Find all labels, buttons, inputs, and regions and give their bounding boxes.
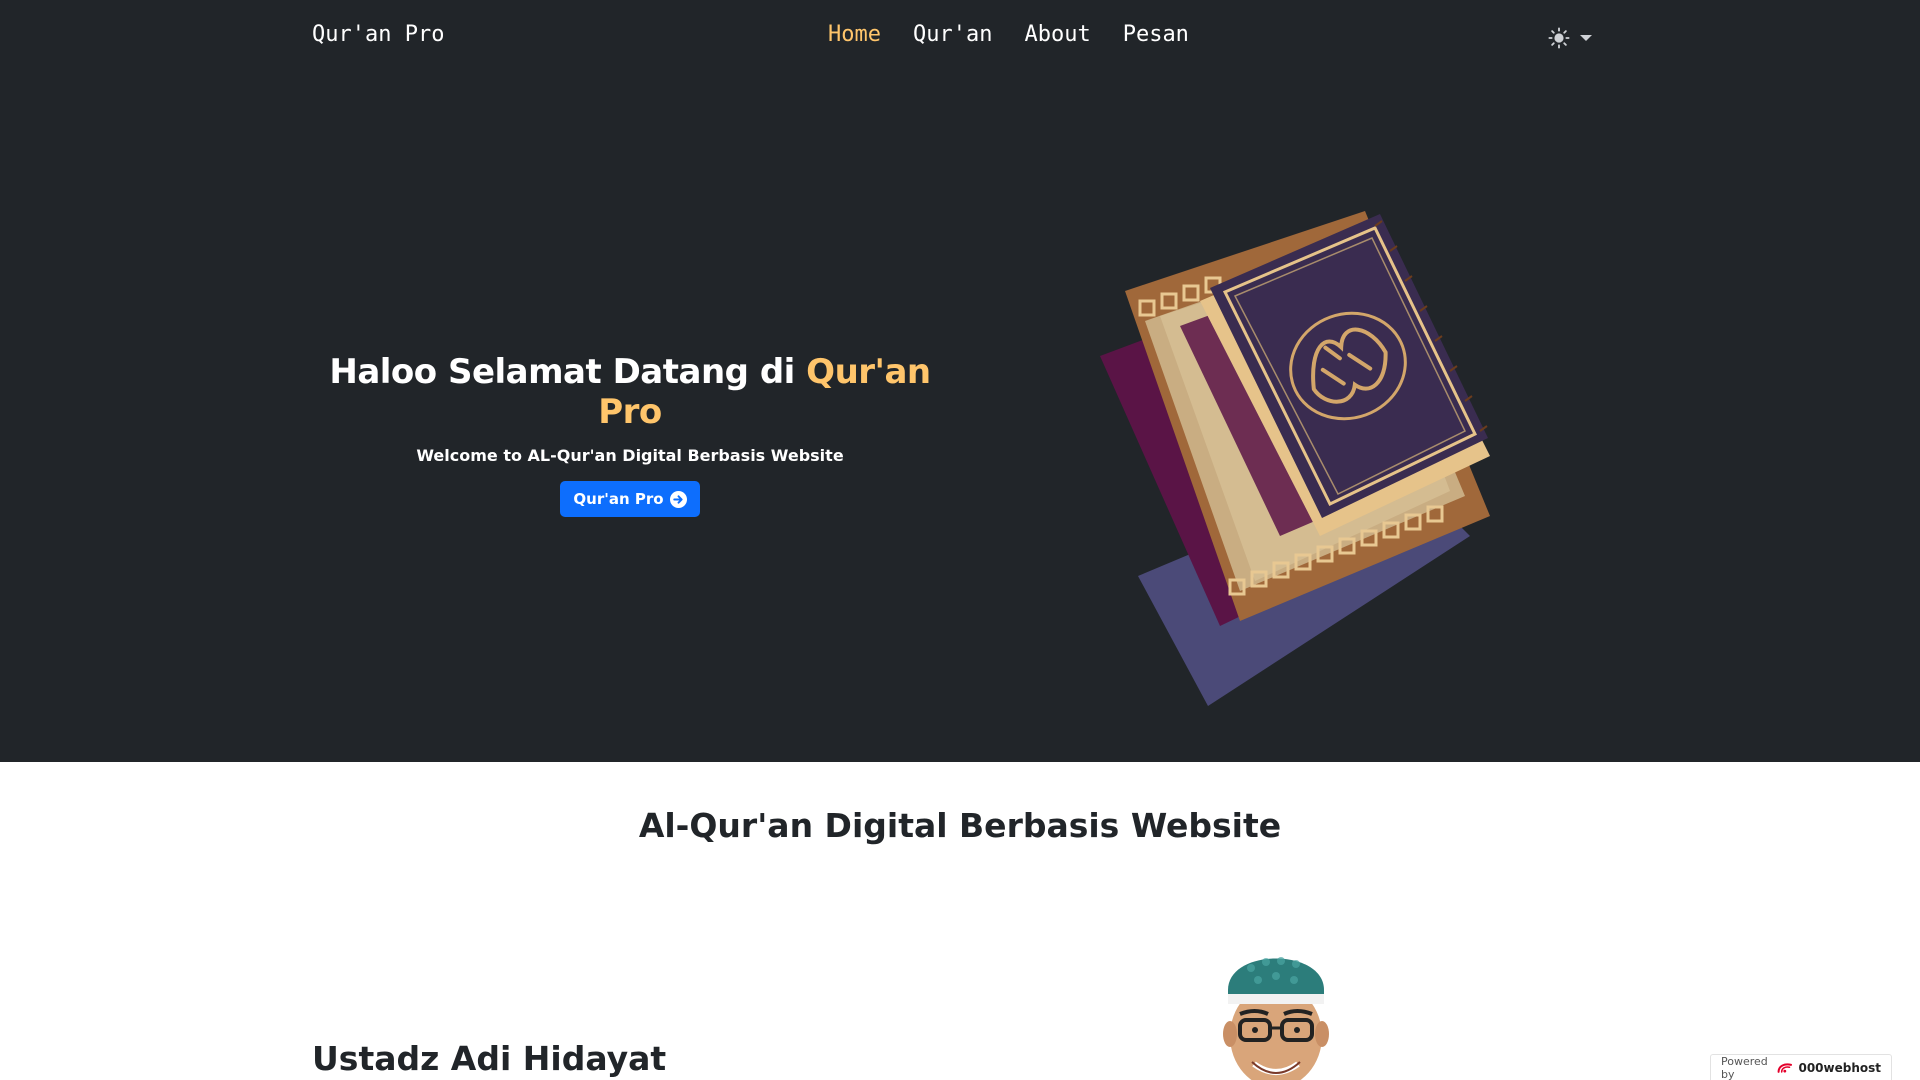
nav-link-quran[interactable]: Qur'an <box>913 22 992 47</box>
brand-logo[interactable]: Qur'an Pro <box>312 22 444 47</box>
hero-title: Haloo Selamat Datang di Qur'an Pro <box>312 352 948 432</box>
powered-by-badge[interactable]: Powered by 000webhost <box>1710 1054 1892 1080</box>
nav-link-home[interactable]: Home <box>828 22 881 47</box>
profile-name: Ustadz Adi Hidayat <box>312 1039 667 1078</box>
arrow-right-circle-icon <box>669 490 687 508</box>
hero-text: Haloo Selamat Datang di Qur'an Pro Welco… <box>312 352 948 517</box>
quran-pro-button[interactable]: Qur'an Pro <box>560 481 700 517</box>
quran-pro-button-label: Qur'an Pro <box>573 490 664 508</box>
ustadz-photo <box>1223 957 1329 1080</box>
quran-book-illustration <box>1100 211 1490 706</box>
theme-toggle-dropdown[interactable] <box>1548 24 1604 52</box>
hero-subtitle: Welcome to AL-Qur'an Digital Berbasis We… <box>416 446 844 465</box>
navbar: Qur'an Pro Home Qur'an About Pesan <box>0 0 1920 76</box>
nav-link-pesan[interactable]: Pesan <box>1123 22 1189 47</box>
sun-icon <box>1548 27 1570 49</box>
powered-by-label: Powered by <box>1721 1054 1768 1080</box>
webhost-logo-icon <box>1777 1062 1792 1073</box>
webhost-brand: 000webhost <box>1798 1060 1881 1075</box>
nav-links: Home Qur'an About Pesan <box>828 22 1189 47</box>
nav-link-about[interactable]: About <box>1024 22 1090 47</box>
section-title: Al-Qur'an Digital Berbasis Website <box>638 806 1282 845</box>
hero-title-prefix: Haloo Selamat Datang di <box>329 352 807 392</box>
hero-section: Haloo Selamat Datang di Qur'an Pro Welco… <box>0 76 1920 762</box>
chevron-down-icon <box>1580 35 1592 41</box>
about-section: Al-Qur'an Digital Berbasis Website Ustad… <box>0 762 1920 1080</box>
